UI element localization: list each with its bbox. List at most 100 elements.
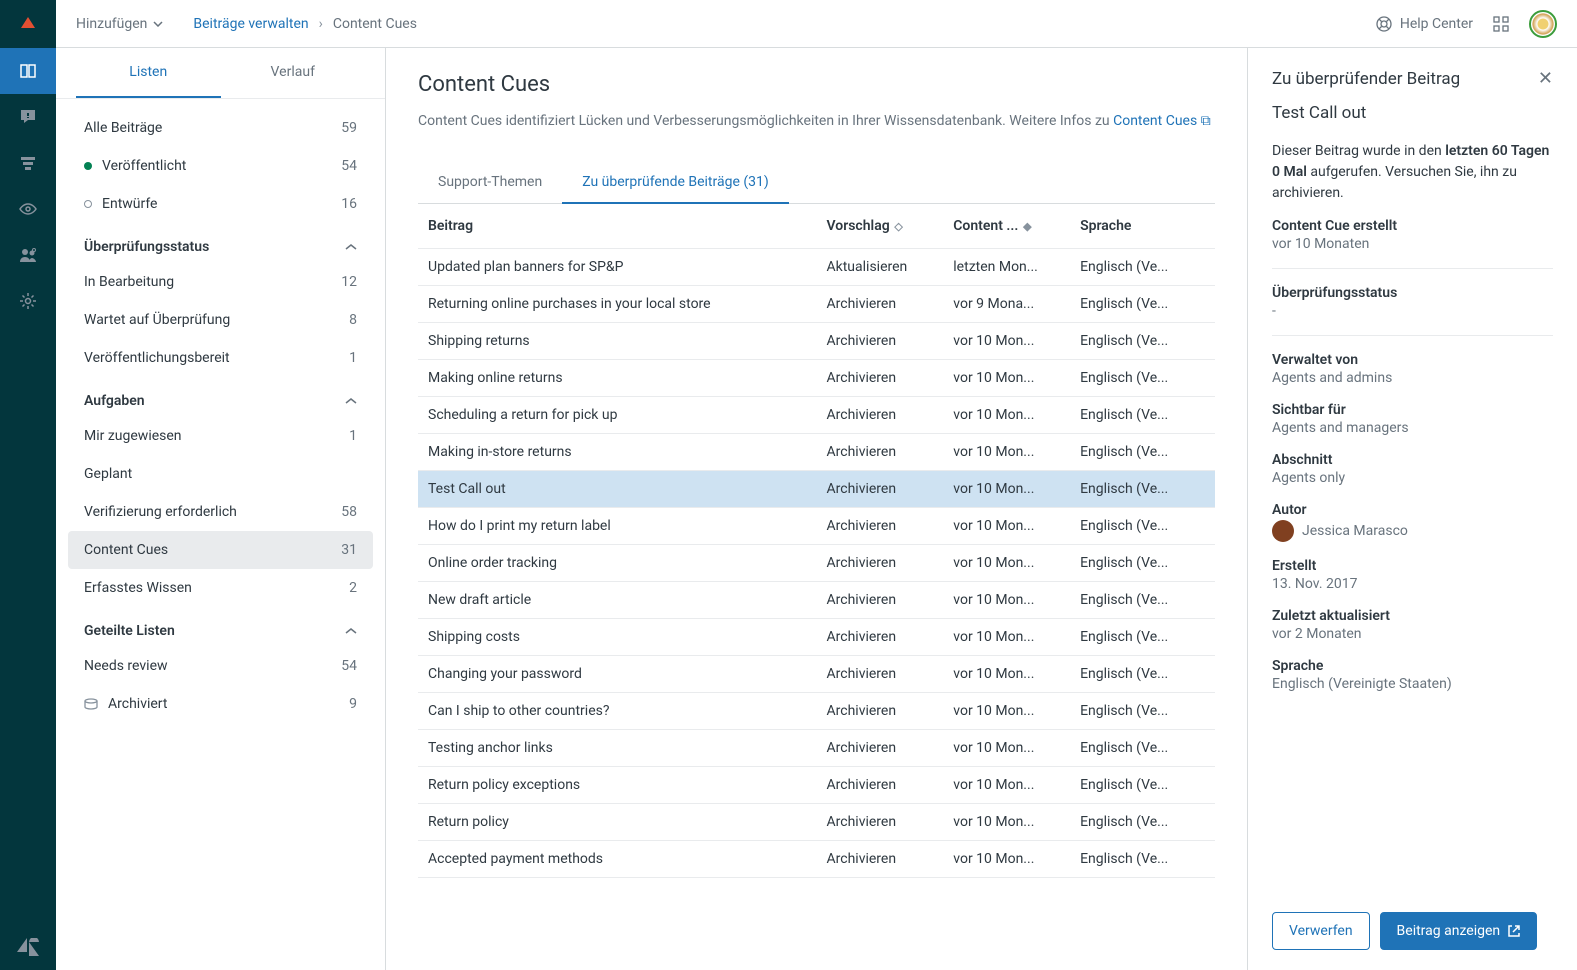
sidebar-item-count: 16 bbox=[341, 196, 357, 212]
table-row[interactable]: Changing your passwordArchivierenvor 10 … bbox=[418, 656, 1215, 693]
panel-message: Dieser Beitrag wurde in den letzten 60 T… bbox=[1272, 141, 1553, 204]
chevron-up-icon bbox=[345, 243, 357, 251]
table-row[interactable]: Scheduling a return for pick upArchivier… bbox=[418, 397, 1215, 434]
chevron-down-icon bbox=[153, 21, 163, 27]
avatar[interactable] bbox=[1529, 10, 1557, 38]
sidebar-item-needs-review[interactable]: Needs review 54 bbox=[68, 647, 373, 685]
field-author-label: Autor bbox=[1272, 502, 1553, 518]
sidebar-item-content-cues[interactable]: Content Cues 31 bbox=[68, 531, 373, 569]
tab-listen[interactable]: Listen bbox=[76, 48, 221, 98]
nav-comments[interactable] bbox=[0, 94, 56, 140]
sidebar-item-in-progress[interactable]: In Bearbeitung 12 bbox=[68, 263, 373, 301]
sidebar-item-awaiting[interactable]: Wartet auf Überprüfung 8 bbox=[68, 301, 373, 339]
col-content-cue[interactable]: Content ... ◆ bbox=[943, 204, 1070, 249]
cell-title: Can I ship to other countries? bbox=[418, 693, 817, 730]
table-row[interactable]: How do I print my return labelArchiviere… bbox=[418, 508, 1215, 545]
cell-cue-date: vor 10 Mon... bbox=[943, 730, 1070, 767]
help-center-link[interactable]: Help Center bbox=[1376, 16, 1473, 32]
show-article-button[interactable]: Beitrag anzeigen bbox=[1380, 912, 1538, 950]
sidebar-item-planned[interactable]: Geplant bbox=[68, 455, 373, 493]
content-cues-link[interactable]: Content Cues ⧉ bbox=[1113, 113, 1211, 129]
logo-icon[interactable] bbox=[0, 0, 56, 48]
sidebar-item-captured[interactable]: Erfasstes Wissen 2 bbox=[68, 569, 373, 607]
cell-title: Making in-store returns bbox=[418, 434, 817, 471]
external-link-icon: ⧉ bbox=[1201, 113, 1211, 129]
table-row[interactable]: Testing anchor linksArchivierenvor 10 Mo… bbox=[418, 730, 1215, 767]
sidebar-section-shared[interactable]: Geteilte Listen bbox=[68, 607, 373, 647]
cell-language: Englisch (Ve... bbox=[1070, 804, 1215, 841]
tab-verlauf[interactable]: Verlauf bbox=[221, 48, 366, 98]
field-visible-label: Sichtbar für bbox=[1272, 402, 1553, 418]
close-icon[interactable]: ✕ bbox=[1538, 68, 1553, 89]
sidebar-item-drafts[interactable]: Entwürfe 16 bbox=[68, 185, 373, 223]
cell-cue-date: vor 10 Mon... bbox=[943, 397, 1070, 434]
table-row[interactable]: Return policyArchivierenvor 10 Mon...Eng… bbox=[418, 804, 1215, 841]
cell-language: Englisch (Ve... bbox=[1070, 471, 1215, 508]
sidebar-item-verify[interactable]: Verifizierung erforderlich 58 bbox=[68, 493, 373, 531]
add-dropdown[interactable]: Hinzufügen bbox=[76, 16, 163, 32]
nav-views[interactable] bbox=[0, 186, 56, 232]
sidebar-item-published[interactable]: Veröffentlicht 54 bbox=[68, 147, 373, 185]
zendesk-icon[interactable] bbox=[0, 924, 56, 970]
table-row[interactable]: Shipping returnsArchivierenvor 10 Mon...… bbox=[418, 323, 1215, 360]
sidebar-item-archived[interactable]: Archiviert 9 bbox=[68, 685, 373, 723]
sidebar-item-ready[interactable]: Veröffentlichungsbereit 1 bbox=[68, 339, 373, 377]
tab-support-topics[interactable]: Support-Themen bbox=[418, 162, 562, 203]
cell-language: Englisch (Ve... bbox=[1070, 841, 1215, 878]
cell-suggestion: Archivieren bbox=[817, 656, 944, 693]
discard-button[interactable]: Verwerfen bbox=[1272, 912, 1370, 950]
col-vorschlag[interactable]: Vorschlag ◇ bbox=[817, 204, 944, 249]
table-row[interactable]: Return policy exceptionsArchivierenvor 1… bbox=[418, 767, 1215, 804]
nav-guide[interactable] bbox=[0, 48, 56, 94]
sidebar-section-tasks[interactable]: Aufgaben bbox=[68, 377, 373, 417]
archive-icon bbox=[84, 698, 98, 710]
nav-users[interactable] bbox=[0, 232, 56, 278]
sidebar-section-review[interactable]: Überprüfungsstatus bbox=[68, 223, 373, 263]
sidebar-item-assigned[interactable]: Mir zugewiesen 1 bbox=[68, 417, 373, 455]
field-managed-value: Agents and admins bbox=[1272, 370, 1553, 386]
col-sprache[interactable]: Sprache bbox=[1070, 204, 1215, 249]
cell-cue-date: vor 10 Mon... bbox=[943, 545, 1070, 582]
cell-language: Englisch (Ve... bbox=[1070, 619, 1215, 656]
field-lang-value: Englisch (Vereinigte Staaten) bbox=[1272, 676, 1553, 692]
breadcrumb-manage[interactable]: Beiträge verwalten bbox=[193, 16, 308, 32]
sidebar-item-count: 54 bbox=[341, 658, 357, 674]
cell-title: Online order tracking bbox=[418, 545, 817, 582]
field-status-label: Überprüfungsstatus bbox=[1272, 285, 1553, 301]
cell-language: Englisch (Ve... bbox=[1070, 730, 1215, 767]
sidebar-item-label: Verifizierung erforderlich bbox=[84, 504, 341, 520]
table-row[interactable]: Updated plan banners for SP&PAktualisier… bbox=[418, 249, 1215, 286]
nav-arrange[interactable] bbox=[0, 140, 56, 186]
chevron-up-icon bbox=[345, 397, 357, 405]
cell-suggestion: Archivieren bbox=[817, 360, 944, 397]
cell-suggestion: Archivieren bbox=[817, 286, 944, 323]
tab-review-articles[interactable]: Zu überprüfende Beiträge (31) bbox=[562, 162, 789, 204]
cell-language: Englisch (Ve... bbox=[1070, 434, 1215, 471]
field-managed-label: Verwaltet von bbox=[1272, 352, 1553, 368]
cell-cue-date: letzten Mon... bbox=[943, 249, 1070, 286]
cell-cue-date: vor 10 Mon... bbox=[943, 804, 1070, 841]
table-row[interactable]: Shipping costsArchivierenvor 10 Mon...En… bbox=[418, 619, 1215, 656]
status-dot-green bbox=[84, 162, 92, 170]
panel-article-title: Test Call out bbox=[1272, 103, 1553, 123]
table-row[interactable]: Making in-store returnsArchivierenvor 10… bbox=[418, 434, 1215, 471]
table-row[interactable]: Making online returnsArchivierenvor 10 M… bbox=[418, 360, 1215, 397]
table-row[interactable]: New draft articleArchivierenvor 10 Mon..… bbox=[418, 582, 1215, 619]
sidebar-item-count: 1 bbox=[349, 350, 357, 366]
table-row[interactable]: Accepted payment methodsArchivierenvor 1… bbox=[418, 841, 1215, 878]
nav-settings[interactable] bbox=[0, 278, 56, 324]
col-beitrag[interactable]: Beitrag bbox=[418, 204, 817, 249]
table-row[interactable]: Returning online purchases in your local… bbox=[418, 286, 1215, 323]
apps-icon[interactable] bbox=[1493, 16, 1509, 32]
table-row[interactable]: Online order trackingArchivierenvor 10 M… bbox=[418, 545, 1215, 582]
sidebar-item-all[interactable]: Alle Beiträge 59 bbox=[68, 109, 373, 147]
cell-suggestion: Archivieren bbox=[817, 693, 944, 730]
sidebar-item-count: 2 bbox=[349, 580, 357, 596]
cell-cue-date: vor 10 Mon... bbox=[943, 656, 1070, 693]
help-label: Help Center bbox=[1400, 16, 1473, 32]
table-row[interactable]: Can I ship to other countries?Archiviere… bbox=[418, 693, 1215, 730]
cell-language: Englisch (Ve... bbox=[1070, 767, 1215, 804]
field-author-value: Jessica Marasco bbox=[1302, 523, 1408, 539]
sidebar-item-label: Veröffentlicht bbox=[102, 158, 341, 174]
table-row[interactable]: Test Call outArchivierenvor 10 Mon...Eng… bbox=[418, 471, 1215, 508]
